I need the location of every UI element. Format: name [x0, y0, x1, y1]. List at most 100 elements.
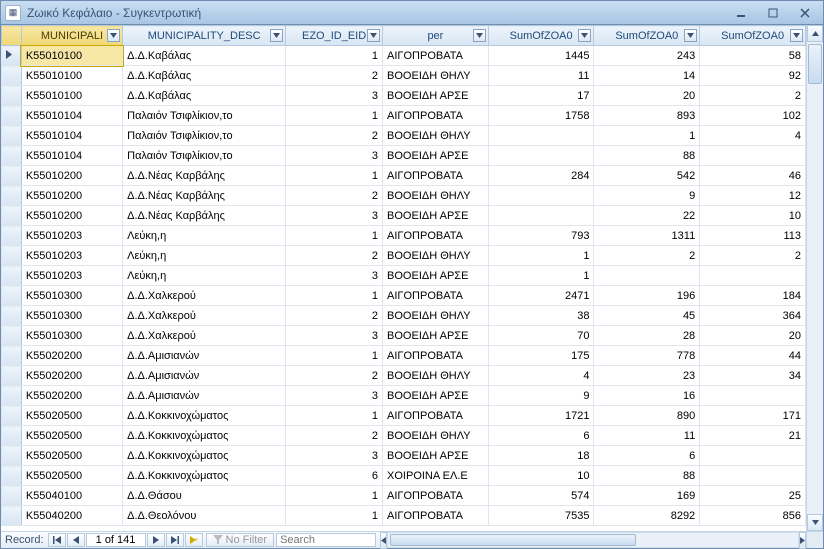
table-row[interactable]: K55010200Δ.Δ.Νέας Καρβάλης2ΒΟΟΕΙΔΗ ΘΗΛΥ9…: [2, 186, 806, 206]
table-row[interactable]: K55010100Δ.Δ.Καβάλας3ΒΟΟΕΙΔΗ ΑΡΣΕ17202: [2, 86, 806, 106]
row-selector[interactable]: [2, 326, 22, 346]
cell[interactable]: 1: [286, 46, 383, 66]
scroll-track[interactable]: [807, 42, 823, 514]
cell[interactable]: K55010100: [21, 46, 122, 66]
cell[interactable]: 2: [286, 366, 383, 386]
cell[interactable]: Παλαιόν Τσιφλίκιον,το: [123, 106, 286, 126]
cell[interactable]: [594, 266, 700, 286]
cell[interactable]: 45: [594, 306, 700, 326]
cell[interactable]: 88: [594, 146, 700, 166]
cell[interactable]: 3: [286, 146, 383, 166]
row-selector[interactable]: [2, 426, 22, 446]
cell[interactable]: Δ.Δ.Κοκκινοχώματος: [123, 426, 286, 446]
cell[interactable]: 1: [286, 346, 383, 366]
table-row[interactable]: K55010104Παλαιόν Τσιφλίκιον,το3ΒΟΟΕΙΔΗ Α…: [2, 146, 806, 166]
cell[interactable]: Λεύκη,η: [123, 266, 286, 286]
table-row[interactable]: K55020500Δ.Δ.Κοκκινοχώματος1ΑΙΓΟΠΡΟΒΑΤΑ1…: [2, 406, 806, 426]
cell[interactable]: 196: [594, 286, 700, 306]
cell[interactable]: 2471: [488, 286, 594, 306]
cell[interactable]: 184: [700, 286, 806, 306]
row-selector[interactable]: [2, 346, 22, 366]
cell[interactable]: 10: [488, 466, 594, 486]
row-selector[interactable]: [2, 86, 22, 106]
cell[interactable]: K55010100: [21, 86, 122, 106]
cell[interactable]: 3: [286, 86, 383, 106]
cell[interactable]: 22: [594, 206, 700, 226]
nav-last-button[interactable]: [166, 533, 184, 547]
cell[interactable]: ΑΙΓΟΠΡΟΒΑΤΑ: [383, 406, 489, 426]
cell[interactable]: 102: [700, 106, 806, 126]
cell[interactable]: K55010300: [21, 326, 122, 346]
cell[interactable]: 12: [700, 186, 806, 206]
row-selector[interactable]: [2, 366, 22, 386]
cell[interactable]: 1: [594, 126, 700, 146]
table-row[interactable]: K55010200Δ.Δ.Νέας Καρβάλης3ΒΟΟΕΙΔΗ ΑΡΣΕ2…: [2, 206, 806, 226]
cell[interactable]: 9: [488, 386, 594, 406]
row-selector[interactable]: [2, 286, 22, 306]
cell[interactable]: ΒΟΟΕΙΔΗ ΑΡΣΕ: [383, 146, 489, 166]
cell[interactable]: Δ.Δ.Κοκκινοχώματος: [123, 446, 286, 466]
cell[interactable]: 8292: [594, 506, 700, 526]
cell[interactable]: ΑΙΓΟΠΡΟΒΑΤΑ: [383, 226, 489, 246]
cell[interactable]: Παλαιόν Τσιφλίκιον,το: [123, 126, 286, 146]
column-header[interactable]: per: [383, 26, 489, 46]
cell[interactable]: 169: [594, 486, 700, 506]
cell[interactable]: 542: [594, 166, 700, 186]
cell[interactable]: 10: [700, 206, 806, 226]
cell[interactable]: 7535: [488, 506, 594, 526]
row-selector[interactable]: [2, 126, 22, 146]
column-filter-dropdown[interactable]: [790, 29, 803, 42]
table-row[interactable]: K55010104Παλαιόν Τσιφλίκιον,το1ΑΙΓΟΠΡΟΒΑ…: [2, 106, 806, 126]
cell[interactable]: ΒΟΟΕΙΔΗ ΘΗΛΥ: [383, 126, 489, 146]
cell[interactable]: ΑΙΓΟΠΡΟΒΑΤΑ: [383, 166, 489, 186]
cell[interactable]: Δ.Δ.Αμισιανών: [123, 366, 286, 386]
cell[interactable]: ΒΟΟΕΙΔΗ ΑΡΣΕ: [383, 446, 489, 466]
cell[interactable]: 3: [286, 206, 383, 226]
cell[interactable]: 14: [594, 66, 700, 86]
cell[interactable]: Δ.Δ.Νέας Καρβάλης: [123, 206, 286, 226]
cell[interactable]: K55020200: [21, 366, 122, 386]
cell[interactable]: 574: [488, 486, 594, 506]
cell[interactable]: 2: [286, 126, 383, 146]
cell[interactable]: 1: [286, 406, 383, 426]
column-filter-dropdown[interactable]: [684, 29, 697, 42]
scroll-down-button[interactable]: [807, 514, 823, 531]
cell[interactable]: 25: [700, 486, 806, 506]
scroll-left-button[interactable]: [380, 532, 387, 549]
cell[interactable]: ΒΟΟΕΙΔΗ ΑΡΣΕ: [383, 326, 489, 346]
cell[interactable]: 364: [700, 306, 806, 326]
table-row[interactable]: K55020500Δ.Δ.Κοκκινοχώματος6ΧΟΙΡΟΙΝΑ ΕΛ.…: [2, 466, 806, 486]
cell[interactable]: 21: [700, 426, 806, 446]
row-selector[interactable]: [2, 206, 22, 226]
table-row[interactable]: K55020200Δ.Δ.Αμισιανών2ΒΟΟΕΙΔΗ ΘΗΛΥ42334: [2, 366, 806, 386]
cell[interactable]: ΧΟΙΡΟΙΝΑ ΕΛ.Ε: [383, 466, 489, 486]
datasheet-grid[interactable]: MUNICIPALIMUNICIPALITY_DESCEZO_ID_EIDper…: [1, 25, 806, 531]
row-selector[interactable]: [2, 146, 22, 166]
cell[interactable]: 893: [594, 106, 700, 126]
hscroll-thumb[interactable]: [390, 534, 636, 546]
table-row[interactable]: K55010300Δ.Δ.Χαλκερού3ΒΟΟΕΙΔΗ ΑΡΣΕ702820: [2, 326, 806, 346]
table-row[interactable]: K55010100Δ.Δ.Καβάλας1ΑΙΓΟΠΡΟΒΑΤΑ14452435…: [2, 46, 806, 66]
cell[interactable]: 778: [594, 346, 700, 366]
cell[interactable]: ΒΟΟΕΙΔΗ ΑΡΣΕ: [383, 86, 489, 106]
cell[interactable]: 2: [286, 306, 383, 326]
cell[interactable]: [488, 206, 594, 226]
cell[interactable]: [700, 466, 806, 486]
cell[interactable]: K55020200: [21, 346, 122, 366]
cell[interactable]: Δ.Δ.Κοκκινοχώματος: [123, 406, 286, 426]
cell[interactable]: 1: [286, 286, 383, 306]
column-filter-dropdown[interactable]: [578, 29, 591, 42]
cell[interactable]: 11: [594, 426, 700, 446]
cell[interactable]: 6: [488, 426, 594, 446]
cell[interactable]: K55010203: [21, 226, 122, 246]
cell[interactable]: 16: [594, 386, 700, 406]
cell[interactable]: 2: [286, 66, 383, 86]
cell[interactable]: Δ.Δ.Χαλκερού: [123, 326, 286, 346]
column-filter-dropdown[interactable]: [473, 29, 486, 42]
cell[interactable]: 92: [700, 66, 806, 86]
cell[interactable]: 17: [488, 86, 594, 106]
cell[interactable]: 2: [594, 246, 700, 266]
row-selector[interactable]: [2, 186, 22, 206]
row-selector[interactable]: [2, 466, 22, 486]
row-selector[interactable]: [2, 486, 22, 506]
